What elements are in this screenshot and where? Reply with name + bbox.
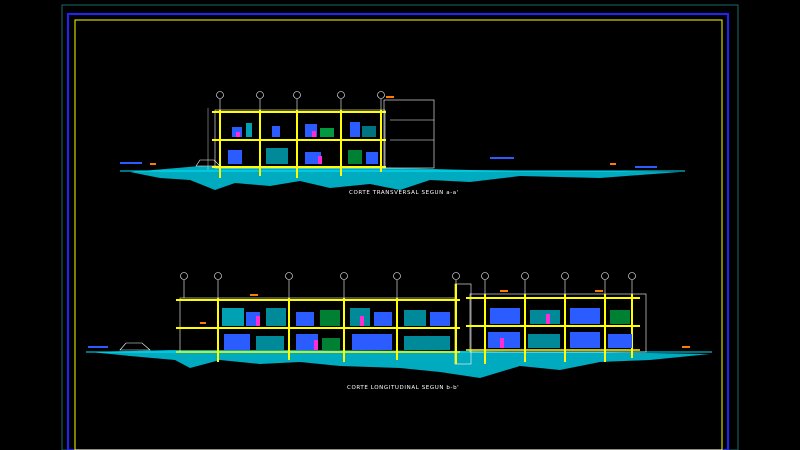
axis-marker bbox=[452, 272, 460, 284]
axis-marker bbox=[337, 91, 345, 110]
axis-marker bbox=[214, 272, 222, 298]
longitudinal-terrain bbox=[90, 350, 710, 378]
axis-marker bbox=[521, 272, 529, 294]
outer-frame bbox=[61, 4, 739, 450]
longitudinal-section-caption: CORTE LONGITUDINAL SEGUN b-b' bbox=[347, 385, 460, 391]
axis-marker bbox=[180, 272, 188, 298]
longitudinal-section bbox=[86, 272, 712, 378]
axis-marker bbox=[256, 91, 264, 110]
axis-marker bbox=[293, 91, 301, 110]
axis-marker bbox=[377, 91, 385, 110]
transversal-section-caption: CORTE TRANSVERSAL SEGUN a-a' bbox=[349, 190, 459, 196]
axis-marker bbox=[561, 272, 569, 294]
axis-marker bbox=[481, 272, 489, 294]
axis-marker bbox=[216, 91, 224, 110]
transversal-section bbox=[120, 91, 685, 190]
cad-drawing-canvas bbox=[61, 4, 739, 450]
transversal-axis-markers bbox=[216, 91, 385, 110]
axis-marker bbox=[628, 272, 636, 294]
transversal-terrain bbox=[130, 166, 680, 190]
axis-marker bbox=[393, 272, 401, 298]
axis-marker bbox=[340, 272, 348, 298]
axis-marker bbox=[285, 272, 293, 298]
